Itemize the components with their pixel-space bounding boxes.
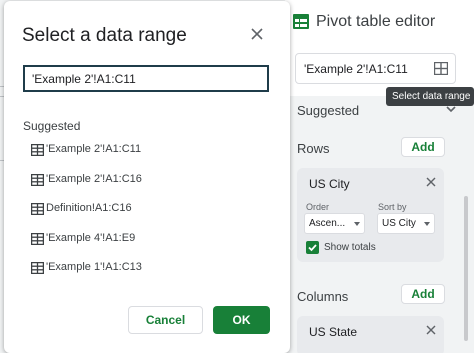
caret-down-icon (424, 222, 430, 226)
grid-icon[interactable] (434, 62, 448, 75)
suggested-range-label: Definition!A1:C16 (46, 202, 132, 214)
row-field-card: US City Order Sort by Ascen... US City S… (297, 168, 444, 262)
sort-by-select-value: US City (382, 218, 416, 229)
ok-button[interactable]: OK (213, 306, 270, 334)
data-range-field[interactable]: 'Example 2'!A1:C11 (295, 53, 456, 84)
suggested-range-label: 'Example 2'!A1:C11 (46, 143, 142, 155)
order-label: Order (306, 202, 330, 212)
caret-down-icon (354, 222, 360, 226)
row-field-name: US City (309, 177, 350, 191)
close-icon[interactable] (426, 325, 436, 335)
add-column-button[interactable]: Add (401, 284, 445, 304)
pivot-editor-header: Pivot table editor (285, 0, 474, 45)
close-icon[interactable] (251, 28, 263, 40)
column-field-name: US State (309, 325, 358, 339)
show-totals-label: Show totals (324, 242, 376, 253)
panel-scrollbar[interactable] (464, 196, 468, 341)
suggested-heading: Suggested (23, 119, 81, 133)
add-row-button[interactable]: Add (401, 137, 445, 157)
column-field-card: US State (297, 316, 444, 353)
grid-icon (31, 203, 44, 215)
rows-section-label: Rows (297, 141, 330, 156)
pivot-table-icon (293, 14, 309, 29)
data-range-input[interactable] (23, 65, 269, 92)
select-range-tooltip: Select data range (386, 87, 474, 106)
grid-icon (31, 262, 44, 274)
cancel-button[interactable]: Cancel (128, 306, 203, 334)
grid-icon (31, 144, 44, 156)
pivot-table-editor: Pivot table editor 'Example 2'!A1:C11 Su… (285, 0, 474, 353)
dialog-title: Select a data range (22, 25, 187, 46)
suggested-range-label: 'Example 1'!A1:C13 (46, 261, 142, 273)
check-icon (308, 244, 317, 252)
close-icon[interactable] (426, 177, 436, 187)
show-totals-checkbox[interactable] (306, 241, 319, 254)
pivot-editor-title: Pivot table editor (316, 13, 436, 30)
select-data-range-dialog: Select a data range Suggested 'Example 2… (4, 1, 290, 353)
order-select[interactable]: Ascen... (304, 213, 365, 234)
columns-section-label: Columns (297, 289, 349, 304)
chevron-down-icon[interactable] (446, 105, 456, 113)
suggested-range-label: 'Example 2'!A1:C16 (46, 173, 142, 185)
sort-by-select[interactable]: US City (377, 213, 435, 234)
grid-icon (31, 174, 44, 186)
grid-icon (31, 233, 44, 245)
sort-by-label: Sort by (378, 202, 407, 212)
pivot-editor-body: Suggested Rows Add US City Order Sort by… (285, 96, 474, 353)
order-select-value: Ascen... (309, 218, 346, 229)
suggested-section-label[interactable]: Suggested (297, 103, 359, 118)
data-range-value: 'Example 2'!A1:C11 (304, 62, 408, 76)
suggested-range-label: 'Example 4'!A1:E9 (46, 232, 136, 244)
